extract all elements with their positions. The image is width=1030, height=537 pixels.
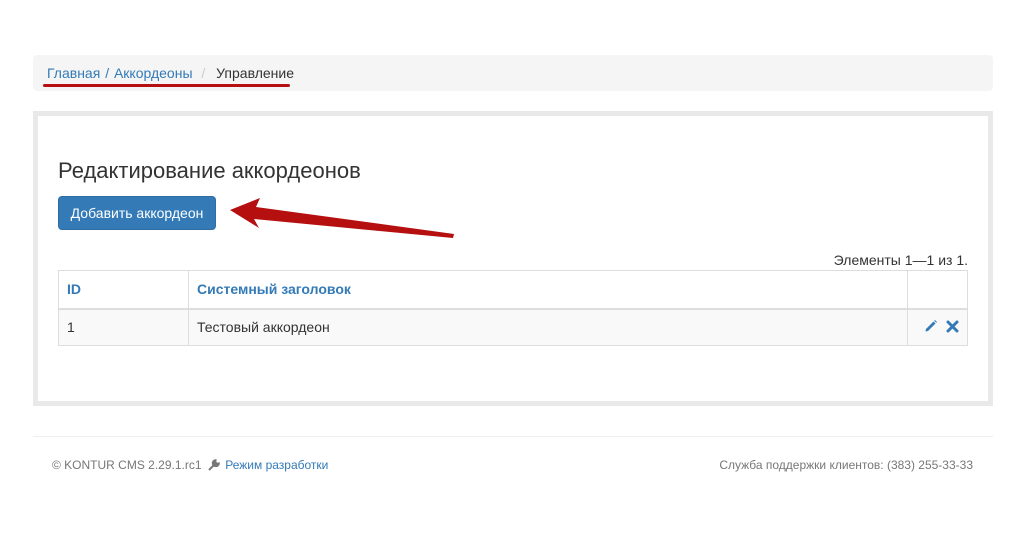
breadcrumb-accordions-link[interactable]: Аккордеоны [114,65,193,81]
cell-title: Тестовый аккордеон [188,308,908,346]
accordions-table: ID Системный заголовок 1 Тестовый аккорд… [58,270,968,346]
table-row: 1 Тестовый аккордеон [58,308,968,346]
column-header-id[interactable]: ID [58,270,189,310]
wrench-icon [208,459,220,474]
page-title: Редактирование аккордеонов [58,158,361,183]
cell-actions [907,308,968,346]
cell-id: 1 [58,308,189,346]
copyright: © KONTUR CMS 2.29.1.rc1 [52,458,202,472]
pencil-icon[interactable] [924,319,938,336]
add-accordion-button[interactable]: Добавить аккордеон [58,196,216,230]
breadcrumb-separator: / [201,65,206,81]
table-header-row: ID Системный заголовок [58,270,968,310]
breadcrumb-current: Управление [216,65,294,81]
support-info: Служба поддержки клиентов: (383) 255-33-… [719,458,973,472]
breadcrumb-home-link[interactable]: Главная [47,65,100,81]
footer-divider [33,436,993,437]
breadcrumb-separator: / [105,65,110,81]
column-header-title[interactable]: Системный заголовок [188,270,908,310]
footer-left: © KONTUR CMS 2.29.1.rc1 Режим разработки [52,458,328,474]
close-icon[interactable] [946,320,959,336]
column-header-actions [907,270,968,310]
dev-mode-link[interactable]: Режим разработки [225,458,328,472]
content-panel: Редактирование аккордеонов Добавить акко… [33,111,993,406]
pagination-summary: Элементы 1—1 из 1. [833,252,968,268]
annotation-underline [43,84,290,87]
annotation-arrow [230,198,454,238]
